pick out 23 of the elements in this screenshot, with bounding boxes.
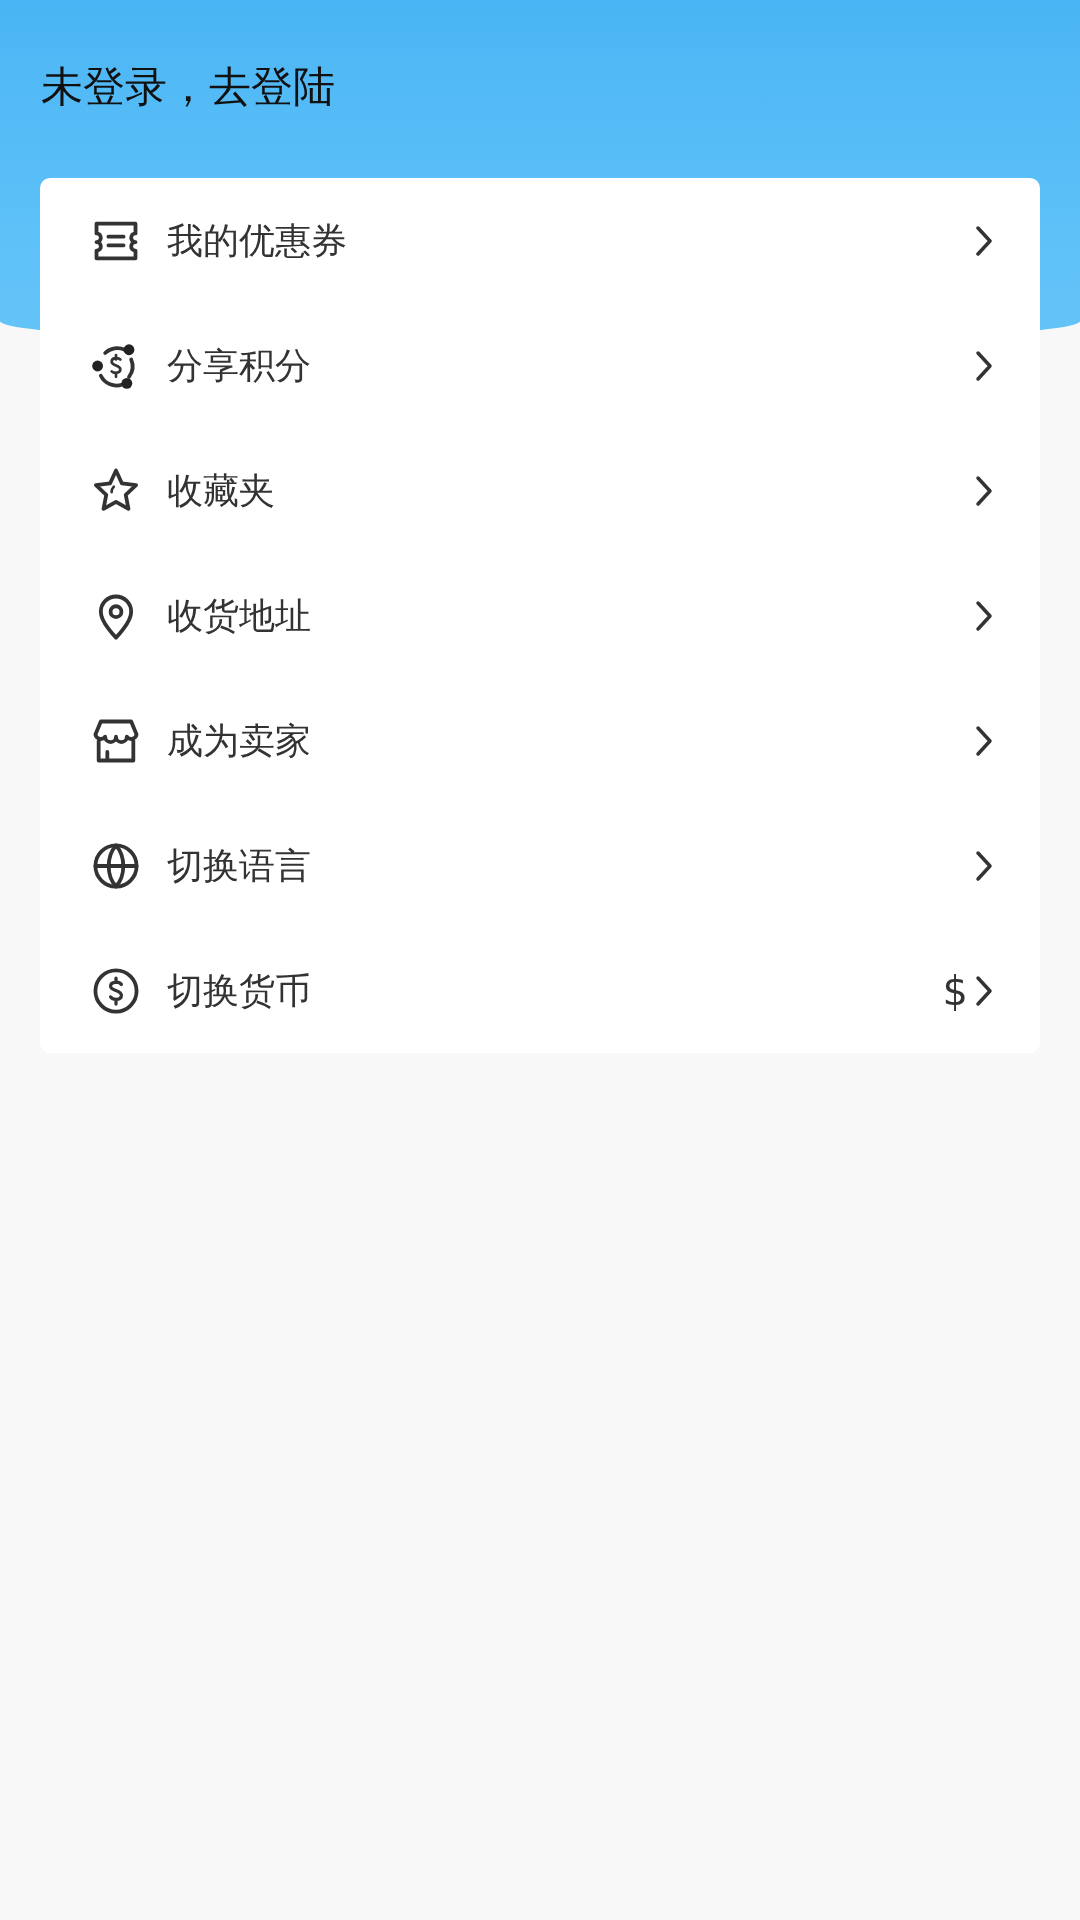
- menu-item[interactable]: 切换语言: [40, 803, 1040, 928]
- chevron-right-icon: [974, 973, 994, 1008]
- menu-item[interactable]: 分享积分: [40, 303, 1040, 428]
- currency-value: $: [942, 967, 968, 1014]
- login-link[interactable]: 未登录，去登陆: [41, 64, 335, 111]
- chevron-right-icon: [974, 848, 994, 883]
- menu-label: 分享积分: [167, 343, 312, 388]
- chevron-right-icon: [974, 473, 994, 508]
- menu-item[interactable]: 切换货币 $: [40, 928, 1040, 1053]
- menu-label: 切换货币: [167, 968, 312, 1013]
- menu-label: 成为卖家: [167, 718, 312, 763]
- chevron-right-icon: [974, 723, 994, 758]
- menu-label: 我的优惠券: [167, 218, 348, 263]
- menu-item[interactable]: 成为卖家: [40, 678, 1040, 803]
- chevron-right-icon: [974, 348, 994, 383]
- menu-label: 收藏夹: [167, 468, 276, 513]
- menu-item[interactable]: 我的优惠券: [40, 178, 1040, 303]
- chevron-right-icon: [974, 598, 994, 633]
- menu-label: 收货地址: [167, 593, 312, 638]
- menu-item[interactable]: 收藏夹: [40, 428, 1040, 553]
- menu-label: 切换语言: [167, 843, 312, 888]
- menu-item[interactable]: 收货地址: [40, 553, 1040, 678]
- chevron-right-icon: [974, 223, 994, 258]
